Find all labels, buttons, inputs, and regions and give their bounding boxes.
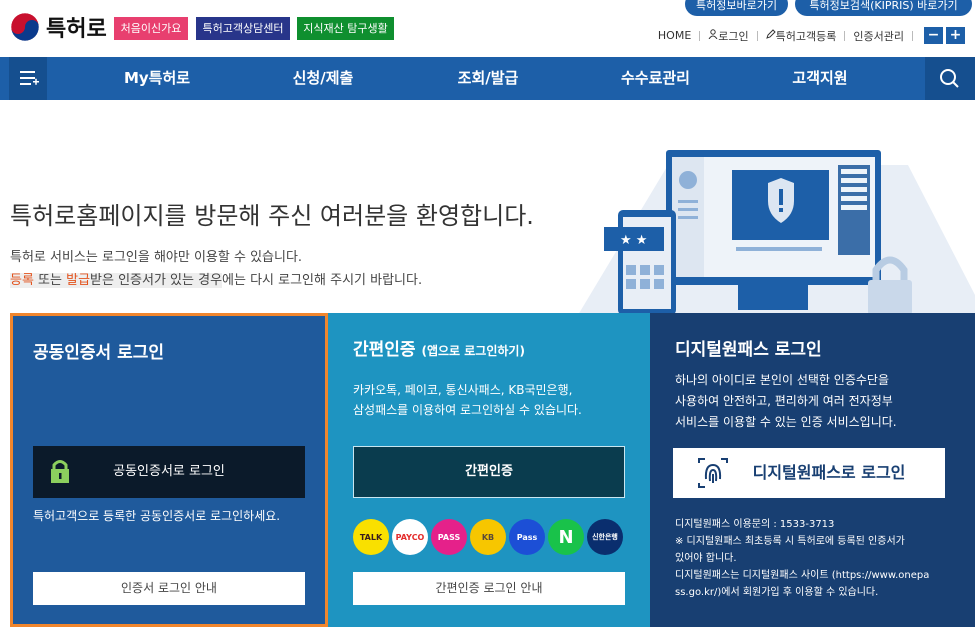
search-icon (940, 69, 959, 88)
ip-life-badge[interactable]: 지식재산 탐구생활 (297, 17, 394, 40)
joint-cert-guide-button[interactable]: 인증서 로그인 안내 (33, 572, 305, 605)
simple-auth-title: 간편인증 (앱으로 로그인하기) (353, 340, 525, 360)
samsung-pass-icon[interactable]: Pass (509, 519, 545, 555)
svg-text:★ ★: ★ ★ (620, 233, 647, 248)
simple-auth-desc-1: 카카오톡, 페이코, 통신사패스, KB국민은행, (353, 383, 573, 397)
lock-icon (51, 460, 69, 483)
menu-icon (20, 71, 39, 85)
kipris-link[interactable]: 특허정보검색(KIPRIS) 바로가기 (795, 0, 972, 16)
onepass-title: 디지털원패스 로그인 (675, 340, 822, 360)
simple-auth-desc-2: 삼성패스를 이용하여 로그인하실 수 있습니다. (353, 403, 582, 417)
onepass-panel: 디지털원패스 로그인 하나의 아이디로 본인이 선택한 인증수단을 사용하여 안… (650, 313, 975, 627)
onepass-login-button[interactable]: 디지털원패스로 로그인 (673, 448, 945, 498)
onepass-info-1: 디지털원패스 이용문의 : 1533-3713 (675, 519, 835, 530)
search-button[interactable] (925, 57, 975, 100)
simple-auth-panel: 간편인증 (앱으로 로그인하기) 카카오톡, 페이코, 통신사패스, KB국민은… (328, 313, 650, 627)
security-illustration: ★ ★ (578, 150, 975, 315)
fingerprint-icon (698, 458, 728, 488)
joint-cert-login-button[interactable]: 공동인증서로 로그인 (33, 446, 305, 498)
onepass-info-2: ※ 디지털원패스 최초등록 시 특허로에 등록된 인증서가 (675, 536, 905, 547)
onepass-desc-1: 하나의 아이디로 본인이 선택한 인증수단을 (675, 373, 889, 387)
home-link[interactable]: HOME (658, 29, 691, 42)
nav-inquiry[interactable]: 조회/발급 (443, 57, 533, 100)
cert-manage-link[interactable]: 인증서관리 (853, 28, 904, 44)
person-icon (708, 29, 718, 42)
onepass-info-3: 있어야 합니다. (675, 553, 737, 564)
zoom-in-button[interactable]: + (946, 27, 965, 44)
onepass-info-4: 디지털원패스는 디지털원패스 사이트 (https://www.onepa (675, 570, 930, 581)
onepass-desc-3: 서비스를 이용할 수 있는 인증 서비스입니다. (675, 415, 897, 429)
pass-icon[interactable]: PASS (431, 519, 467, 555)
payco-icon[interactable]: PAYCO (392, 519, 428, 555)
onepass-info-5: ss.go.kr/)에서 회원가입 후 이용할 수 있습니다. (675, 587, 879, 598)
joint-cert-panel: 공동인증서 로그인 공동인증서로 로그인 특허고객으로 등록한 공동인증서로 로… (10, 313, 328, 627)
simple-auth-button[interactable]: 간편인증 (353, 446, 625, 498)
welcome-desc-2: 등록 또는 발급받은 인증서가 있는 경우에는 다시 로그인해 주시기 바랍니다… (10, 273, 423, 288)
site-logo[interactable]: 특허로 (10, 11, 107, 43)
naver-icon[interactable]: N (548, 519, 584, 555)
welcome-title: 특허로홈페이지를 방문해 주신 여러분을 환영합니다. (10, 202, 534, 230)
nav-fees[interactable]: 수수료관리 (608, 57, 703, 100)
taegeuk-icon (10, 12, 40, 42)
pencil-icon (765, 29, 776, 42)
customer-center-badge[interactable]: 특허고객상담센터 (196, 17, 290, 40)
nav-support[interactable]: 고객지원 (775, 57, 865, 100)
joint-cert-title: 공동인증서 로그인 (33, 343, 165, 363)
simple-auth-guide-button[interactable]: 간편인증 로그인 안내 (353, 572, 625, 605)
main-nav: My특허로 신청/제출 조회/발급 수수료관리 고객지원 (0, 57, 975, 100)
auth-app-list: TALK PAYCO PASS KB Pass N 신한은행 (353, 519, 626, 555)
onepass-desc-2: 사용하여 안전하고, 편리하게 여러 전자정부 (675, 394, 893, 408)
login-link[interactable]: 로그인 (718, 28, 748, 44)
kakao-talk-icon[interactable]: TALK (353, 519, 389, 555)
joint-cert-desc: 특허고객으로 등록한 공동인증서로 로그인하세요. (33, 509, 281, 523)
welcome-desc-1: 특허로 서비스는 로그인을 해야만 이용할 수 있습니다. (10, 250, 303, 265)
nav-apply[interactable]: 신청/제출 (278, 57, 368, 100)
zoom-out-button[interactable]: − (924, 27, 943, 44)
kb-bank-icon[interactable]: KB (470, 519, 506, 555)
register-link[interactable]: 특허고객등록 (776, 28, 837, 44)
patent-info-link[interactable]: 특허정보바로가기 (685, 0, 788, 16)
menu-button[interactable] (9, 57, 47, 100)
utility-links: HOME 로그인 특허고객등록 인증서관리 − + (658, 27, 965, 44)
first-visit-badge[interactable]: 처음이신가요 (114, 17, 188, 40)
logo-text: 특허로 (46, 17, 107, 42)
nav-my[interactable]: My특허로 (112, 57, 202, 100)
shinhan-bank-icon[interactable]: 신한은행 (587, 519, 623, 555)
